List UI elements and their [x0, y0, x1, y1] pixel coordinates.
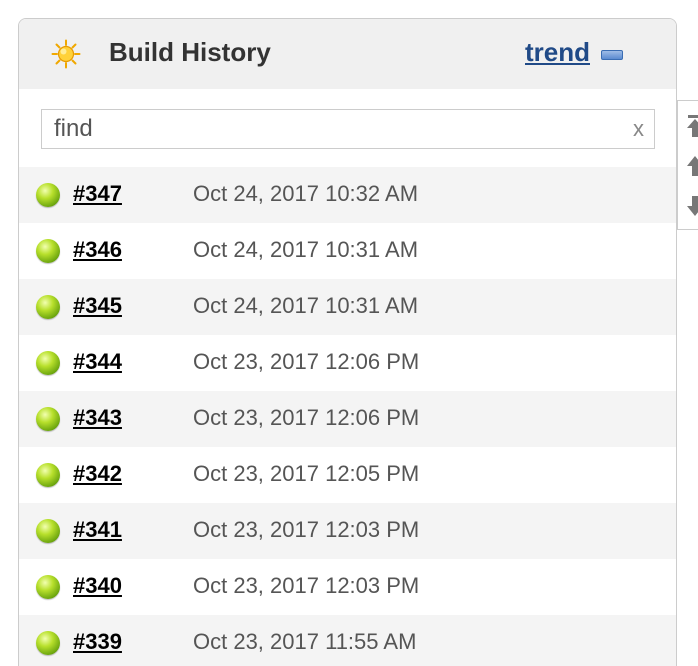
build-number-link[interactable]: #345 — [73, 292, 122, 320]
build-number-link[interactable]: #340 — [73, 572, 122, 600]
page-up-icon[interactable] — [685, 153, 698, 179]
build-row: #346 Oct 24, 2017 10:31 AM — [19, 223, 676, 279]
build-row: #340 Oct 23, 2017 12:03 PM — [19, 559, 676, 615]
build-number-link[interactable]: #346 — [73, 236, 122, 264]
build-date: Oct 24, 2017 10:31 AM — [193, 237, 419, 262]
success-status-icon[interactable] — [36, 519, 60, 543]
search-box: x — [41, 109, 655, 149]
panel-title: Build History — [109, 37, 271, 67]
panel-header: Build History trend — [19, 19, 676, 89]
search-input[interactable] — [42, 110, 612, 148]
build-row: #345 Oct 24, 2017 10:31 AM — [19, 279, 676, 335]
build-number-link[interactable]: #343 — [73, 404, 122, 432]
build-date: Oct 23, 2017 12:03 PM — [193, 517, 420, 542]
build-date: Oct 23, 2017 12:03 PM — [193, 573, 420, 598]
success-status-icon[interactable] — [36, 351, 60, 375]
build-number-link[interactable]: #347 — [73, 180, 122, 208]
success-status-icon[interactable] — [36, 183, 60, 207]
build-list: #347 Oct 24, 2017 10:32 AM #346 Oct 24, … — [19, 167, 676, 666]
success-status-icon[interactable] — [36, 631, 60, 655]
page: Build History trend x #347 Oct 24, 2017 … — [0, 0, 698, 666]
pagination-controls — [677, 100, 698, 230]
build-date: Oct 23, 2017 12:06 PM — [193, 349, 420, 374]
success-status-icon[interactable] — [36, 239, 60, 263]
success-status-icon[interactable] — [36, 407, 60, 431]
build-number-link[interactable]: #341 — [73, 516, 122, 544]
build-date: Oct 23, 2017 12:06 PM — [193, 405, 420, 430]
build-row: #339 Oct 23, 2017 11:55 AM — [19, 615, 676, 666]
sun-icon — [51, 39, 81, 69]
build-number-link[interactable]: #344 — [73, 348, 122, 376]
build-date: Oct 23, 2017 12:05 PM — [193, 461, 420, 486]
build-row: #347 Oct 24, 2017 10:32 AM — [19, 167, 676, 223]
build-history-panel: Build History trend x #347 Oct 24, 2017 … — [18, 18, 677, 666]
minus-icon[interactable] — [601, 50, 623, 60]
build-row: #342 Oct 23, 2017 12:05 PM — [19, 447, 676, 503]
page-down-icon[interactable] — [685, 193, 698, 219]
build-row: #341 Oct 23, 2017 12:03 PM — [19, 503, 676, 559]
first-page-icon[interactable] — [685, 113, 698, 139]
build-number-link[interactable]: #339 — [73, 628, 122, 656]
success-status-icon[interactable] — [36, 463, 60, 487]
build-row: #344 Oct 23, 2017 12:06 PM — [19, 335, 676, 391]
build-row: #343 Oct 23, 2017 12:06 PM — [19, 391, 676, 447]
success-status-icon[interactable] — [36, 575, 60, 599]
build-date: Oct 23, 2017 11:55 AM — [193, 629, 417, 654]
success-status-icon[interactable] — [36, 295, 60, 319]
trend-link[interactable]: trend — [525, 36, 590, 68]
build-date: Oct 24, 2017 10:32 AM — [193, 181, 419, 206]
build-number-link[interactable]: #342 — [73, 460, 122, 488]
clear-search-button[interactable]: x — [633, 115, 644, 143]
build-date: Oct 24, 2017 10:31 AM — [193, 293, 419, 318]
